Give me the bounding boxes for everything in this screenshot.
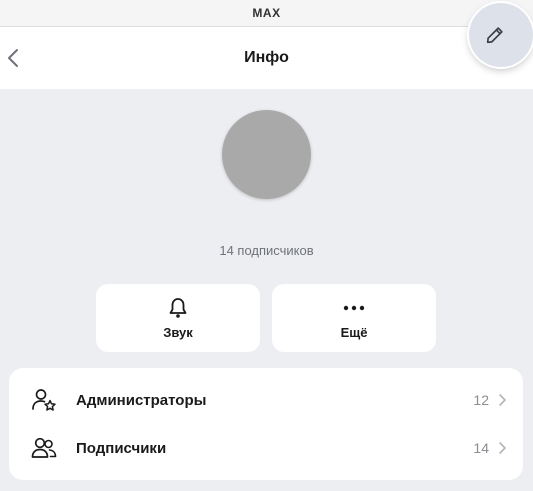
- avatar[interactable]: [222, 110, 311, 199]
- chevron-right-icon: [499, 442, 506, 454]
- people-icon: [31, 436, 57, 460]
- bell-icon: [168, 297, 188, 319]
- admin-star-icon: [31, 388, 57, 412]
- app-title: MAX: [252, 6, 281, 20]
- list-item-subscribers[interactable]: Подписчики 14: [9, 424, 523, 472]
- list-item-count: 14: [473, 440, 489, 456]
- list-item-label: Администраторы: [76, 391, 207, 409]
- chevron-right-icon: [499, 394, 506, 406]
- pencil-icon: [486, 27, 503, 44]
- sound-button[interactable]: Звук: [96, 284, 260, 352]
- list-item-label: Подписчики: [76, 439, 167, 457]
- more-button[interactable]: Ещё: [272, 284, 436, 352]
- list-item-count: 12: [473, 392, 489, 408]
- list-item-administrators[interactable]: Администраторы 12: [9, 376, 523, 424]
- back-button[interactable]: [2, 43, 24, 73]
- more-label: Ещё: [340, 324, 368, 340]
- edit-button[interactable]: [469, 3, 533, 67]
- header: Инфо: [0, 27, 533, 89]
- app-titlebar: MAX: [0, 0, 533, 27]
- dots-icon: [343, 297, 365, 319]
- subscribers-count: 14 подписчиков: [219, 243, 314, 258]
- info-list: Администраторы 12 Подписчики 14: [9, 368, 523, 480]
- page-title: Инфо: [244, 49, 289, 66]
- sound-label: Звук: [163, 324, 193, 340]
- chevron-left-icon: [8, 49, 18, 67]
